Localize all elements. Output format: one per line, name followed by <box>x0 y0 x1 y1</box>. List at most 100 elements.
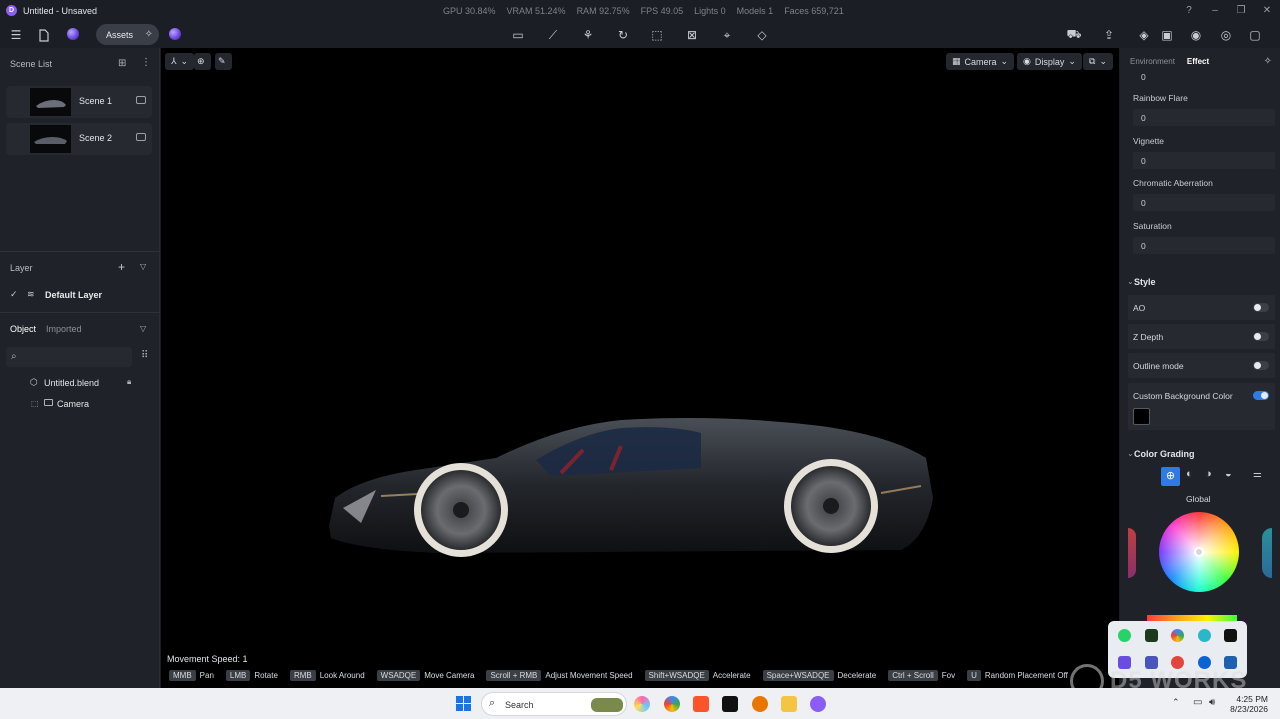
taskbar-search[interactable]: ⌕ Search <box>481 692 627 716</box>
add-layer-icon[interactable]: + <box>118 260 125 274</box>
d5-render-icon[interactable] <box>810 696 826 712</box>
display-dropdown[interactable]: ◉ Display ⌄ <box>1017 53 1082 70</box>
layout-icon[interactable]: ▢ <box>1247 27 1263 43</box>
minimize-button[interactable]: – <box>1202 5 1228 16</box>
camera-icon[interactable]: ◉ <box>1188 27 1204 43</box>
tab-object[interactable]: Object <box>10 324 36 334</box>
volume-icon[interactable]: 🔊︎ <box>1209 697 1215 708</box>
scene-camera-icon[interactable] <box>136 96 146 104</box>
copilot-icon[interactable] <box>634 696 650 712</box>
maximize-button[interactable]: ❐ <box>1228 5 1254 16</box>
add-scene-icon[interactable]: ⊞ <box>118 58 126 69</box>
global-wheel-icon[interactable]: ⊕ <box>1161 467 1180 486</box>
car-model[interactable] <box>321 378 941 563</box>
object-filter-icon[interactable]: ▽ <box>140 324 146 333</box>
leaf-tool-icon[interactable]: ⚘ <box>580 27 596 43</box>
nvidia-icon[interactable] <box>1145 629 1158 642</box>
chevron-down-icon: ⌄ <box>1000 56 1009 66</box>
scene-camera-icon[interactable] <box>136 133 146 141</box>
chevron-down-icon[interactable]: ⌄ <box>1127 277 1134 286</box>
scene-label: Scene 1 <box>79 96 113 106</box>
ai-assistant-icon[interactable] <box>67 28 79 40</box>
transform-tool-dropdown[interactable]: ⅄ ⌄ <box>165 53 195 70</box>
object-search-input[interactable]: ⌕ <box>6 347 132 367</box>
magic-wand-icon[interactable]: ✧ <box>1264 56 1272 67</box>
sphere-icon[interactable] <box>169 28 181 40</box>
tab-imported[interactable]: Imported <box>46 324 82 334</box>
globe-icon[interactable]: ⊕ <box>194 53 211 70</box>
scene-thumbnail <box>30 88 71 116</box>
default-layer-label[interactable]: Default Layer <box>45 290 102 300</box>
chrome-icon[interactable] <box>664 696 680 712</box>
camera-dropdown[interactable]: ▦ Camera ⌄ <box>946 53 1015 70</box>
chevron-down-icon[interactable]: ⌄ <box>1127 449 1134 458</box>
object-item-blend[interactable]: Untitled.blend <box>44 378 99 388</box>
windows-start-icon[interactable] <box>456 696 471 711</box>
vignette-input[interactable]: 0 <box>1133 152 1275 169</box>
highlights-icon[interactable]: ◒ <box>1225 468 1232 480</box>
brave-icon[interactable] <box>693 696 709 712</box>
file-import-icon[interactable] <box>36 27 52 43</box>
divider <box>0 251 160 252</box>
more-options-icon[interactable]: ⋮ <box>141 57 151 68</box>
rectangle-tool-icon[interactable]: ▭ <box>510 27 526 43</box>
menu-icon[interactable]: ☰ <box>8 27 24 43</box>
scene-item-1[interactable]: Scene 1 <box>6 86 152 118</box>
export-icon[interactable]: ⇪ <box>1101 27 1117 43</box>
path-tool-icon[interactable]: ⟋ <box>545 27 561 43</box>
z-depth-toggle[interactable] <box>1253 332 1269 341</box>
video-icon[interactable]: ▣ <box>1159 27 1175 43</box>
palette-icon[interactable]: ◈ <box>1136 27 1152 43</box>
hint-label: Pan <box>199 671 214 680</box>
color-wheel[interactable] <box>1159 512 1239 592</box>
color-grading-title[interactable]: Color Grading <box>1134 449 1195 459</box>
hint-label: Rotate <box>254 671 278 680</box>
layer-filter-icon[interactable]: ▽ <box>140 262 146 271</box>
sync-icon[interactable] <box>1198 629 1211 642</box>
saturation-input[interactable]: 0 <box>1133 237 1275 254</box>
terrain-tool-icon[interactable]: ◇ <box>754 27 770 43</box>
style-section-title[interactable]: Style <box>1134 277 1156 287</box>
outline-mode-toggle[interactable] <box>1253 361 1269 370</box>
background-color-swatch[interactable] <box>1133 408 1150 425</box>
assets-button[interactable]: Assets ✧ <box>96 24 159 45</box>
select-box-icon[interactable]: ⬚ <box>31 399 39 408</box>
sliders-icon[interactable]: ⚌ <box>1253 469 1262 480</box>
3d-viewport[interactable]: ⅄ ⌄ ⊕ ✎ ▦ Camera ⌄ ◉ Display ⌄ ⧉ ⌄ Movem… <box>161 48 1119 688</box>
chromatic-aberration-input[interactable]: 0 <box>1133 194 1275 211</box>
monitor-icon[interactable]: ▭ <box>1193 697 1202 708</box>
select-tool-icon[interactable]: ⌖ <box>719 27 735 43</box>
rotate-tool-icon[interactable]: ↻ <box>615 27 631 43</box>
clock[interactable]: 4:25 PM 8/23/2026 <box>1230 694 1268 714</box>
chevron-up-icon[interactable]: ⌃ <box>1172 697 1180 708</box>
terminal-icon[interactable] <box>1224 629 1237 642</box>
help-icon[interactable]: ? <box>1176 5 1202 16</box>
grid-tool-icon[interactable]: ⊠ <box>684 27 700 43</box>
grid-view-icon[interactable]: ⠿ <box>141 350 148 361</box>
close-button[interactable]: ✕ <box>1254 5 1280 16</box>
field-value[interactable]: 0 <box>1141 72 1146 82</box>
midtones-icon[interactable]: ◑ <box>1205 468 1212 480</box>
cube-tool-icon[interactable]: ⬚ <box>649 27 665 43</box>
blender-icon[interactable] <box>752 696 768 712</box>
render-icon[interactable]: ⛟ <box>1066 27 1082 43</box>
object-item-camera[interactable]: Camera <box>57 399 89 409</box>
custom-background-toggle[interactable] <box>1253 391 1269 400</box>
rainbow-flare-input[interactable]: 0 <box>1133 109 1275 126</box>
terminal-app-icon[interactable] <box>722 696 738 712</box>
checkmark-icon[interactable]: ✓ <box>10 289 18 300</box>
ao-toggle[interactable] <box>1253 303 1269 312</box>
whatsapp-icon[interactable] <box>1118 629 1131 642</box>
view-options-dropdown[interactable]: ⧉ ⌄ <box>1083 53 1113 70</box>
scene-item-2[interactable]: Scene 2 <box>6 123 152 155</box>
color-wheel-handle[interactable] <box>1194 547 1204 557</box>
pen-icon[interactable]: ✎ <box>215 53 232 70</box>
ao-toggle-row: AO <box>1128 295 1275 320</box>
panorama-icon[interactable]: ◎ <box>1218 27 1234 43</box>
chrome-tray-icon[interactable] <box>1171 629 1184 642</box>
tab-environment[interactable]: Environment <box>1130 57 1175 66</box>
file-explorer-icon[interactable] <box>781 696 797 712</box>
lock-icon[interactable]: 🔒︎ <box>127 377 131 387</box>
tab-effect[interactable]: Effect <box>1187 57 1209 66</box>
shadows-icon[interactable]: ◐ <box>1186 468 1193 480</box>
